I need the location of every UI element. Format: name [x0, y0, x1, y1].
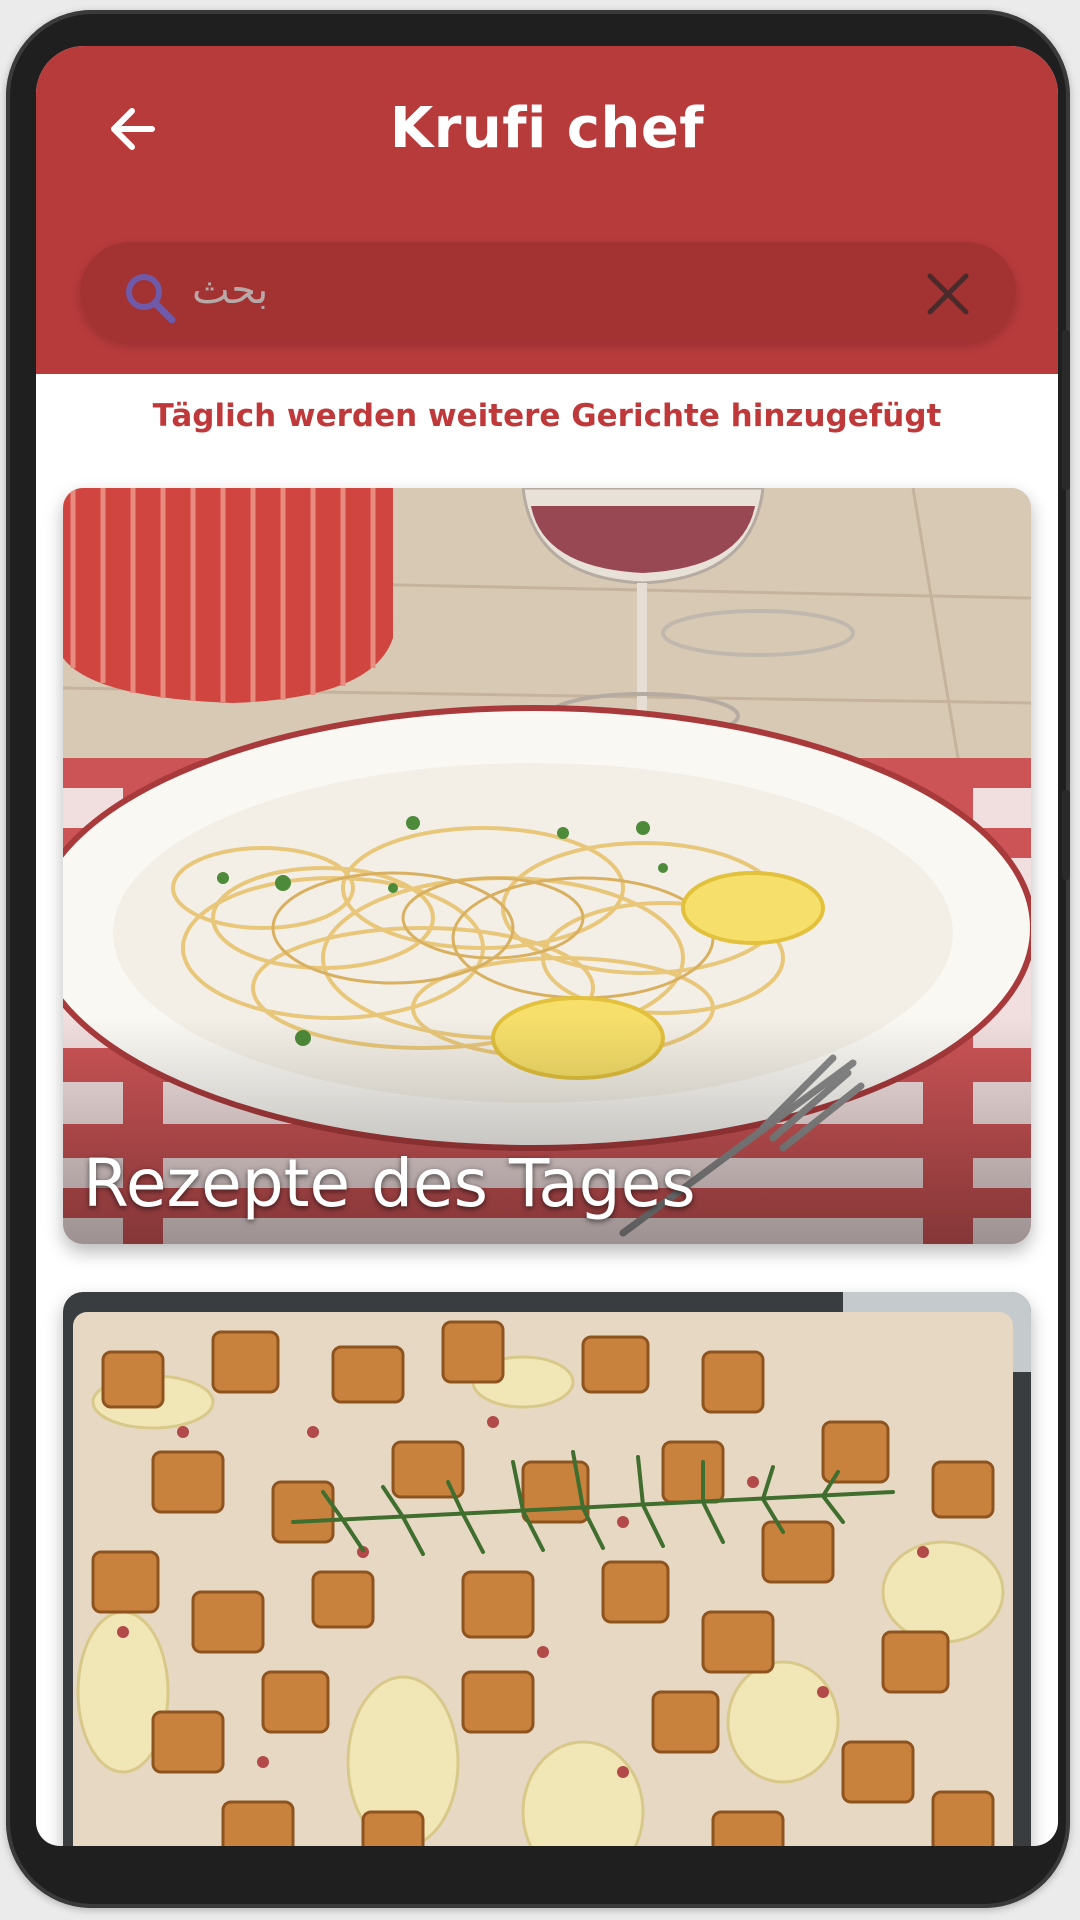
spaghetti-image — [63, 488, 1031, 1244]
recipe-of-the-day-card[interactable]: Rezepte des Tages — [63, 488, 1031, 1244]
card-title: Rezepte des Tages — [83, 1145, 696, 1222]
app-title: Krufi chef — [389, 96, 705, 161]
phone-side-button — [1062, 790, 1070, 880]
search-bar[interactable] — [80, 242, 1016, 342]
gratin-image — [63, 1292, 1031, 1846]
search-icon — [126, 274, 176, 324]
app-bar: Krufi chef — [36, 46, 1058, 374]
info-text: Täglich werden weitere Gerichte hinzugef… — [152, 398, 942, 434]
recipe-card[interactable] — [63, 1292, 1031, 1846]
close-icon[interactable] — [924, 270, 972, 318]
phone-side-button — [1062, 330, 1070, 490]
search-input[interactable] — [190, 254, 874, 326]
app-screen: Krufi chef Täglich werden weitere Gerich… — [36, 46, 1058, 1846]
phone-frame: Krufi chef Täglich werden weitere Gerich… — [6, 10, 1070, 1908]
